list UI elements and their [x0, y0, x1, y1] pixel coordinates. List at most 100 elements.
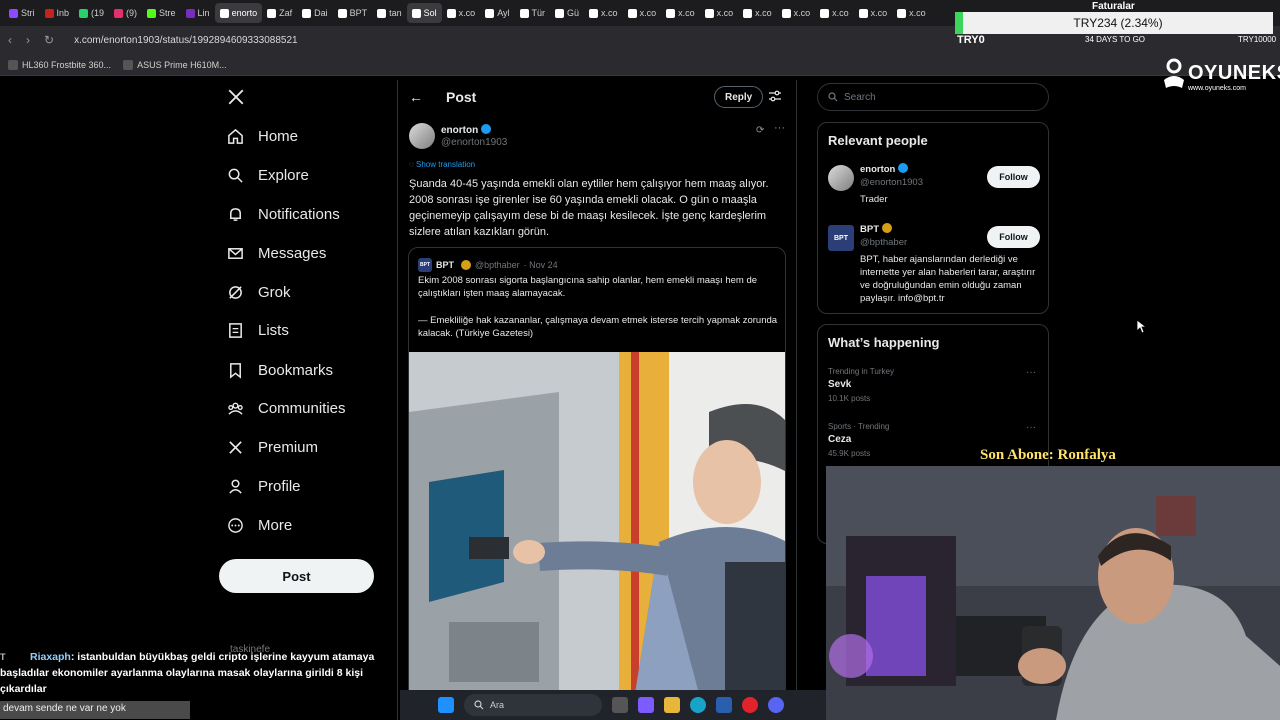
more-options-icon[interactable]: ··· [1026, 422, 1036, 433]
mouse-cursor-icon [1137, 320, 1147, 334]
browser-tab[interactable]: Lin [181, 3, 215, 23]
nav-item-profile[interactable]: Profile [227, 478, 301, 495]
taskbar-search[interactable]: Ara [464, 694, 602, 716]
browser-tab[interactable]: x.co [815, 3, 854, 23]
tab-label: Zaf [279, 8, 293, 18]
quoted-post[interactable]: BPT BPT @bpthaber · Nov 24 Ekim 2008 son… [408, 247, 786, 720]
browser-tab[interactable]: x.co [661, 3, 700, 23]
nav-item-label: Explore [258, 167, 309, 184]
edge-icon[interactable] [690, 697, 706, 713]
task-view-icon[interactable] [612, 697, 628, 713]
person-name[interactable]: enorton [860, 163, 909, 175]
author-avatar[interactable] [409, 123, 435, 149]
browser-tab[interactable]: x.co [623, 3, 662, 23]
person-card[interactable]: enorton @enorton1903 Trader Follow [828, 163, 1040, 213]
nav-item-communities[interactable]: Communities [227, 400, 346, 417]
tab-label: enorto [231, 8, 258, 18]
search-input[interactable] [844, 91, 1034, 103]
person-avatar[interactable] [828, 165, 854, 191]
nav-item-grok[interactable]: Grok [227, 284, 291, 301]
author-handle[interactable]: @enorton1903 [441, 137, 507, 148]
tab-favicon-icon [704, 8, 714, 18]
nav-item-bookmarks[interactable]: Bookmarks [227, 362, 333, 379]
follow-button[interactable]: Follow [987, 166, 1040, 188]
browser-tab[interactable]: tan [372, 3, 407, 23]
forward-nav-icon[interactable]: › [26, 33, 30, 47]
reply-button[interactable]: Reply [714, 86, 764, 108]
browser-tab[interactable]: Sol [406, 3, 442, 23]
browser-tab[interactable]: x.co [700, 3, 739, 23]
browser-tab[interactable]: x.co [584, 3, 623, 23]
author-name[interactable]: enorton [441, 124, 492, 136]
browser-tab[interactable]: Stre [142, 3, 181, 23]
browser-tab[interactable]: BPT [333, 3, 373, 23]
follow-button[interactable]: Follow [987, 226, 1040, 248]
person-handle: @enorton1903 [860, 177, 923, 188]
browser-tab[interactable]: (19 [74, 3, 109, 23]
bookmark-item[interactable]: HL360 Frostbite 360... [8, 59, 111, 70]
x-logo-icon[interactable] [227, 88, 245, 106]
browser-tab[interactable]: (9) [109, 3, 142, 23]
nav-item-notifications[interactable]: Notifications [227, 206, 340, 223]
nav-item-premium[interactable]: Premium [227, 439, 318, 456]
browser-tab[interactable]: Stri [4, 3, 40, 23]
browser-tab[interactable]: Dai [297, 3, 333, 23]
browser-tab[interactable]: enorto [214, 3, 263, 23]
streamer-webcam-illustration [826, 466, 1280, 720]
gamepad-logo-icon [1164, 58, 1184, 88]
browser-tab[interactable]: Inb [40, 3, 75, 23]
last-subscriber-label: Son Abone: Ronfalya [980, 447, 1116, 463]
person-icon [229, 479, 242, 494]
browser-tab[interactable]: Ayl [480, 3, 514, 23]
browser-tab[interactable]: x.co [777, 3, 816, 23]
copilot-icon[interactable] [638, 697, 654, 713]
tab-label: (9) [126, 8, 138, 18]
quoted-post-image[interactable] [409, 352, 785, 720]
oyuneks-logo: OYUNEKS www.oyuneks.com [1160, 58, 1280, 98]
grok-icon[interactable]: ⟳ [756, 125, 764, 136]
bookmark-item[interactable]: ASUS Prime H610M... [123, 59, 227, 70]
nav-item-more[interactable]: More [227, 517, 292, 534]
nav-item-label: Home [258, 128, 299, 145]
trend-item[interactable]: Trending in Turkey Sevk 10.1K posts ··· [828, 367, 1040, 403]
show-translation-link[interactable]: ◌ Show translation [409, 160, 475, 169]
post-text: Şuanda 40-45 yaşında emekli olan eytlile… [409, 178, 769, 238]
browser-tab[interactable]: x.co [738, 3, 777, 23]
communities-icon [228, 402, 243, 415]
opera-icon[interactable] [742, 697, 758, 713]
browser-tab[interactable]: x.co [892, 3, 931, 23]
person-card[interactable]: BPT BPT @bpthaber BPT, haber ajanslarınd… [828, 223, 1040, 308]
windows-start-icon[interactable] [438, 697, 454, 713]
nav-item-label: Premium [258, 439, 319, 456]
nav-item-lists[interactable]: Lists [227, 322, 289, 339]
browser-tab[interactable]: x.co [442, 3, 481, 23]
more-options-icon[interactable]: ··· [1026, 367, 1036, 378]
back-arrow-icon[interactable]: ← [409, 89, 423, 105]
browser-tab[interactable]: x.co [854, 3, 893, 23]
file-explorer-icon[interactable] [664, 697, 680, 713]
store-icon[interactable] [716, 697, 732, 713]
person-name[interactable]: BPT [860, 223, 892, 235]
nav-item-home[interactable]: Home [227, 128, 298, 145]
browser-tab[interactable]: Zaf [262, 3, 297, 23]
person-avatar[interactable]: BPT [828, 225, 854, 251]
more-icon [228, 518, 243, 533]
relevant-people-panel: Relevant people enorton @enorton1903 Tra… [817, 122, 1049, 314]
browser-tab[interactable]: Gü [550, 3, 584, 23]
back-nav-icon[interactable]: ‹ [8, 33, 12, 47]
discord-icon[interactable] [768, 697, 784, 713]
tab-favicon-icon [185, 8, 195, 18]
reload-icon[interactable]: ↻ [44, 33, 54, 47]
donation-goal-days: 34 DAYS TO GO [1085, 35, 1146, 44]
nav-item-explore[interactable]: Explore [227, 167, 309, 184]
sliders-icon[interactable] [768, 89, 782, 103]
more-options-icon[interactable]: ··· [774, 122, 785, 134]
bookmark-favicon-icon [8, 59, 18, 70]
tab-favicon-icon [897, 8, 907, 18]
search-bar[interactable] [817, 83, 1049, 111]
trend-count: 10.1K posts [828, 394, 871, 403]
compose-post-button[interactable]: Post [219, 559, 374, 593]
browser-tab[interactable]: Tür [515, 3, 551, 23]
url-field[interactable]: x.com/enorton1903/status/199289460933308… [74, 35, 298, 46]
nav-item-messages[interactable]: Messages [227, 245, 326, 262]
